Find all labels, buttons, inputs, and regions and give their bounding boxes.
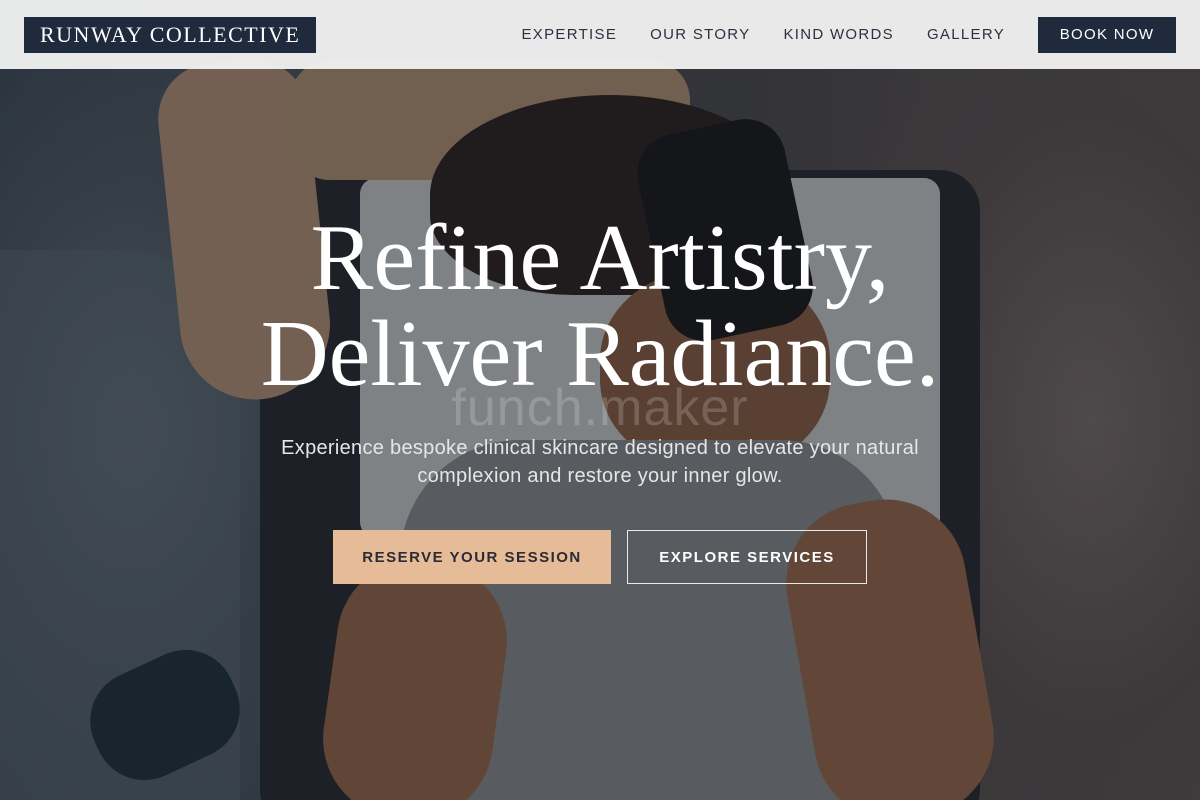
explore-services-button[interactable]: EXPLORE SERVICES (627, 530, 867, 584)
hero-headline-line1: Refine Artistry, (310, 206, 890, 310)
hero-headline-line2: Deliver Radiance. (260, 302, 940, 406)
site-logo[interactable]: RUNWAY COLLECTIVE (24, 16, 317, 53)
hero-content: Refine Artistry, Deliver Radiance. Exper… (0, 210, 1200, 584)
nav-link-gallery[interactable]: GALLERY (927, 26, 1005, 43)
nav-link-kind-words[interactable]: KIND WORDS (783, 26, 894, 43)
book-now-button[interactable]: BOOK NOW (1038, 16, 1176, 53)
hero-headline: Refine Artistry, Deliver Radiance. (0, 210, 1200, 402)
hero-subtext: Experience bespoke clinical skincare des… (281, 437, 919, 487)
nav-link-our-story[interactable]: OUR STORY (650, 26, 750, 43)
main-nav: EXPERTISE OUR STORY KIND WORDS GALLERY B… (489, 16, 1176, 53)
site-header: RUNWAY COLLECTIVE EXPERTISE OUR STORY KI… (0, 0, 1200, 69)
reserve-session-button[interactable]: RESERVE YOUR SESSION (333, 530, 611, 584)
hero-actions: RESERVE YOUR SESSION EXPLORE SERVICES (0, 530, 1200, 584)
nav-link-expertise[interactable]: EXPERTISE (522, 26, 618, 43)
